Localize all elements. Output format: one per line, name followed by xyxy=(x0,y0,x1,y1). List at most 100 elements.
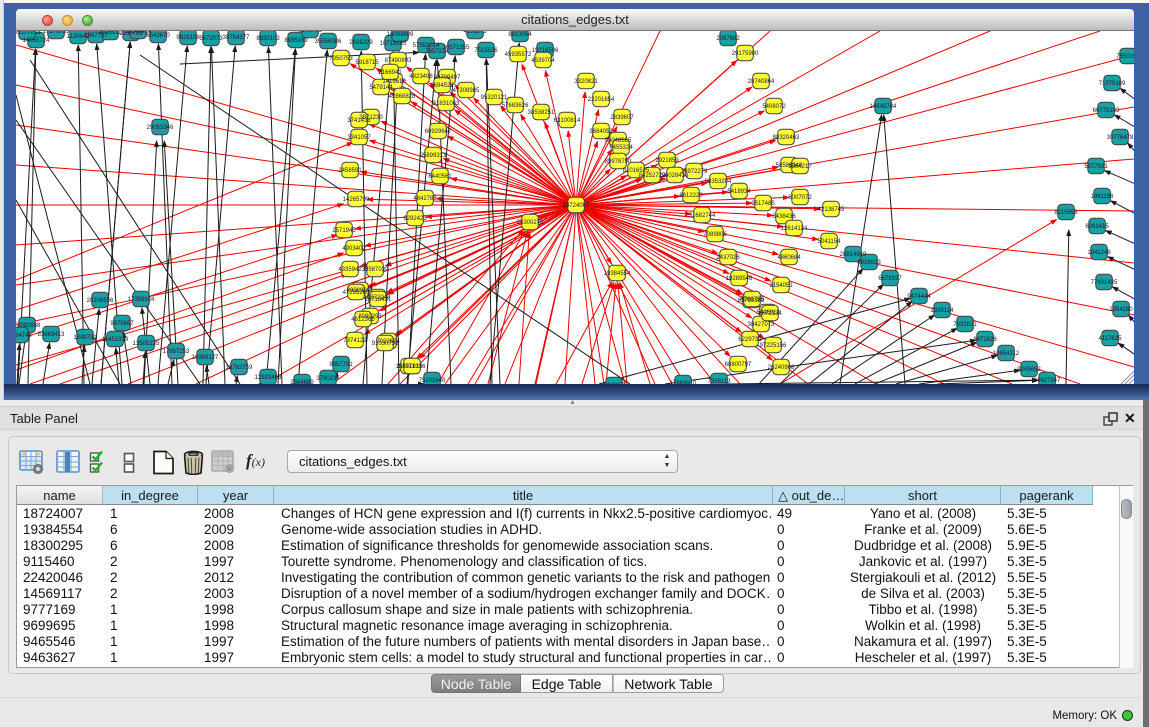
svg-text:3684052: 3684052 xyxy=(589,129,613,135)
svg-text:9245652: 9245652 xyxy=(1017,367,1041,373)
svg-text:9626108: 9626108 xyxy=(176,35,200,41)
svg-text:3154051: 3154051 xyxy=(769,283,793,289)
svg-text:14265799: 14265799 xyxy=(343,197,370,203)
svg-text:8938923: 8938923 xyxy=(857,260,881,266)
svg-text:25300273: 25300273 xyxy=(517,220,544,226)
svg-text:17957253: 17957253 xyxy=(163,349,190,355)
svg-text:45935572: 45935572 xyxy=(505,52,532,58)
svg-text:10654112: 10654112 xyxy=(993,351,1020,357)
svg-text:5672073: 5672073 xyxy=(199,36,223,42)
svg-text:2694522: 2694522 xyxy=(430,83,454,89)
svg-text:83863413: 83863413 xyxy=(38,332,65,338)
svg-text:6292423: 6292423 xyxy=(403,216,427,222)
svg-text:2458591: 2458591 xyxy=(338,168,362,174)
svg-text:3564217: 3564217 xyxy=(788,164,812,170)
svg-text:57683626: 57683626 xyxy=(502,103,529,109)
svg-text:2016911: 2016911 xyxy=(99,31,123,36)
svg-text:75181648: 75181648 xyxy=(419,378,446,384)
svg-text:95320121: 95320121 xyxy=(481,95,508,101)
svg-text:1954280: 1954280 xyxy=(1109,307,1133,313)
svg-text:34627347: 34627347 xyxy=(1034,378,1061,384)
svg-text:28814949: 28814949 xyxy=(840,252,867,258)
svg-text:16033809: 16033809 xyxy=(387,32,414,38)
svg-text:8930103: 8930103 xyxy=(256,36,280,42)
svg-text:5479144: 5479144 xyxy=(369,85,393,91)
svg-text:17359924: 17359924 xyxy=(128,297,155,303)
svg-text:3320821: 3320821 xyxy=(574,79,598,85)
svg-text:4823498: 4823498 xyxy=(409,74,433,80)
svg-text:89978790: 89978790 xyxy=(605,159,632,165)
svg-text:39587039: 39587039 xyxy=(362,267,389,273)
svg-text:8612220: 8612220 xyxy=(679,193,703,199)
svg-text:95899313: 95899313 xyxy=(420,153,447,159)
svg-text:10719185: 10719185 xyxy=(380,41,407,47)
svg-text:7515526: 7515526 xyxy=(474,48,498,54)
svg-text:9474444: 9474444 xyxy=(907,294,931,300)
svg-text:3741438: 3741438 xyxy=(347,118,371,124)
svg-text:6261415: 6261415 xyxy=(1085,224,1109,230)
svg-text:47295260: 47295260 xyxy=(343,290,370,296)
svg-text:7455324: 7455324 xyxy=(609,145,633,151)
svg-text:26240908: 26240908 xyxy=(768,365,795,371)
svg-text:9857791: 9857791 xyxy=(329,362,353,368)
svg-text:3790237: 3790237 xyxy=(316,376,340,382)
svg-text:9517485: 9517485 xyxy=(751,201,775,207)
svg-text:2437026: 2437026 xyxy=(716,255,740,261)
svg-text:12923468: 12923468 xyxy=(255,375,282,381)
svg-text:6007072: 6007072 xyxy=(788,195,812,201)
svg-text:90048665: 90048665 xyxy=(605,138,632,144)
svg-text:60929647: 60929647 xyxy=(425,129,452,135)
svg-text:24972279: 24972279 xyxy=(681,169,708,175)
svg-text:5418934: 5418934 xyxy=(727,189,751,195)
svg-text:42138745: 42138745 xyxy=(818,207,845,213)
svg-text:6679197: 6679197 xyxy=(878,276,902,282)
svg-text:8471626: 8471626 xyxy=(973,337,997,343)
svg-text:47308985: 47308985 xyxy=(453,88,480,94)
svg-text:38538251: 38538251 xyxy=(528,110,555,116)
svg-text:5977931: 5977931 xyxy=(1084,164,1108,170)
svg-text:71070189: 71070189 xyxy=(1099,81,1126,87)
svg-text:17270733: 17270733 xyxy=(43,31,70,35)
svg-text:29175900: 29175900 xyxy=(732,51,759,57)
svg-text:1981186: 1981186 xyxy=(1091,194,1115,200)
svg-text:28740864: 28740864 xyxy=(748,79,775,85)
svg-text:1848731: 1848731 xyxy=(73,335,97,341)
svg-text:5918715: 5918715 xyxy=(355,60,379,66)
svg-text:7857224: 7857224 xyxy=(425,49,449,55)
svg-text:88320463: 88320463 xyxy=(773,135,800,141)
svg-text:2264748: 2264748 xyxy=(16,333,32,339)
svg-text:7350753: 7350753 xyxy=(329,56,353,62)
svg-text:55540424: 55540424 xyxy=(125,31,152,35)
svg-text:2839607: 2839607 xyxy=(610,115,634,121)
svg-text:2087682: 2087682 xyxy=(716,36,740,42)
svg-text:4117625: 4117625 xyxy=(1099,336,1123,342)
svg-text:1841248: 1841248 xyxy=(1087,250,1111,256)
svg-text:3341057: 3341057 xyxy=(347,135,371,141)
svg-text:72092888: 72092888 xyxy=(16,323,41,329)
svg-text:65177213: 65177213 xyxy=(16,31,41,36)
svg-text:7089806: 7089806 xyxy=(703,232,727,238)
svg-text:29053346: 29053346 xyxy=(147,125,174,131)
svg-text:2626229: 2626229 xyxy=(349,40,373,46)
svg-text:8813054: 8813054 xyxy=(508,32,532,38)
svg-text:77491435: 77491435 xyxy=(1091,280,1118,286)
svg-text:16958127: 16958127 xyxy=(192,355,219,361)
svg-text:11451919: 11451919 xyxy=(102,337,129,343)
svg-text:2921859: 2921859 xyxy=(655,158,679,164)
svg-text:4903402: 4903402 xyxy=(342,246,366,252)
svg-text:4335942: 4335942 xyxy=(338,267,362,273)
svg-text:38754377: 38754377 xyxy=(223,35,250,41)
svg-text:4842788: 4842788 xyxy=(413,196,437,202)
svg-text:2564689: 2564689 xyxy=(290,380,314,384)
svg-text:68353204: 68353204 xyxy=(705,179,732,185)
svg-text:17869910: 17869910 xyxy=(670,381,697,384)
svg-text:7358113: 7358113 xyxy=(708,379,732,384)
svg-text:16782759: 16782759 xyxy=(226,365,253,371)
svg-text:31831063: 31831063 xyxy=(433,101,460,107)
svg-text:16648784: 16648784 xyxy=(870,104,897,110)
svg-text:5171761: 5171761 xyxy=(298,31,322,34)
svg-text:18724007: 18724007 xyxy=(563,203,590,209)
svg-text:87490893: 87490893 xyxy=(385,58,412,64)
svg-text:6672134: 6672134 xyxy=(758,311,782,317)
svg-text:19289546: 19289546 xyxy=(726,276,753,282)
